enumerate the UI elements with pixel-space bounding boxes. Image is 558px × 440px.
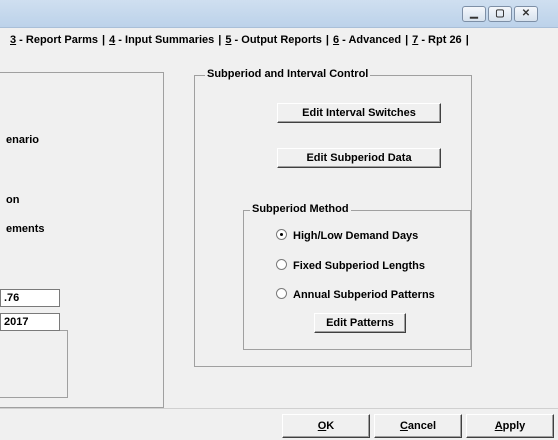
- maximize-icon: ▢: [495, 8, 505, 19]
- tab-separator: |: [325, 34, 329, 46]
- tab-advanced[interactable]: 6 - Advanced: [333, 34, 401, 46]
- tab-separator: |: [102, 34, 106, 46]
- subperiod-method-title: Subperiod Method: [250, 203, 351, 215]
- minimize-icon: ▁: [470, 8, 478, 19]
- apply-button[interactable]: Apply: [466, 414, 554, 438]
- close-icon: ✕: [521, 8, 531, 19]
- tab-output-reports[interactable]: 5 - Output Reports: [225, 34, 322, 46]
- radio-high-low-demand-days[interactable]: High/Low Demand Days: [276, 229, 418, 242]
- edit-patterns-button[interactable]: Edit Patterns: [314, 313, 406, 333]
- tab-separator: |: [405, 34, 409, 46]
- subperiod-interval-title: Subperiod and Interval Control: [205, 68, 371, 80]
- left-label-on: on: [6, 194, 20, 206]
- tab-strip: 3 - Report Parms | 4 - Input Summaries | 5 -…: [0, 28, 558, 58]
- radio-unselected-icon: [276, 288, 287, 299]
- subperiod-interval-group: Subperiod and Interval Control Edit Inte…: [194, 68, 472, 367]
- minimize-button[interactable]: ▁: [462, 6, 486, 22]
- edit-interval-switches-button[interactable]: Edit Interval Switches: [277, 103, 441, 123]
- left-inner-group: [0, 330, 68, 398]
- tab-rpt-26[interactable]: 7 - Rpt 26: [412, 34, 462, 46]
- close-button[interactable]: ✕: [514, 6, 538, 22]
- left-label-ements: ements: [6, 223, 45, 235]
- subperiod-method-group: Subperiod Method High/Low Demand Days Fi…: [243, 203, 471, 350]
- radio-annual-subperiod-patterns[interactable]: Annual Subperiod Patterns: [276, 288, 435, 301]
- ok-button[interactable]: OK: [282, 414, 370, 438]
- maximize-button[interactable]: ▢: [488, 6, 512, 22]
- edit-subperiod-data-button[interactable]: Edit Subperiod Data: [277, 148, 441, 168]
- title-bar: ▁ ▢ ✕: [0, 0, 558, 28]
- main-panel: enario on ements .76 2017 Subperiod and …: [0, 58, 558, 408]
- left-label-scenario: enario: [6, 134, 40, 146]
- left-value-field-2[interactable]: 2017: [0, 313, 60, 331]
- radio-unselected-icon: [276, 259, 287, 270]
- tab-input-summaries[interactable]: 4 - Input Summaries: [109, 34, 214, 46]
- tab-separator: |: [465, 34, 469, 46]
- tab-separator: |: [218, 34, 222, 46]
- dialog-button-bar: OK Cancel Apply: [0, 408, 558, 440]
- tab-report-parms[interactable]: 3 - Report Parms: [10, 34, 98, 46]
- left-value-field-1[interactable]: .76: [0, 289, 60, 307]
- radio-selected-icon: [276, 229, 287, 240]
- cancel-button[interactable]: Cancel: [374, 414, 462, 438]
- radio-fixed-subperiod-lengths[interactable]: Fixed Subperiod Lengths: [276, 259, 425, 272]
